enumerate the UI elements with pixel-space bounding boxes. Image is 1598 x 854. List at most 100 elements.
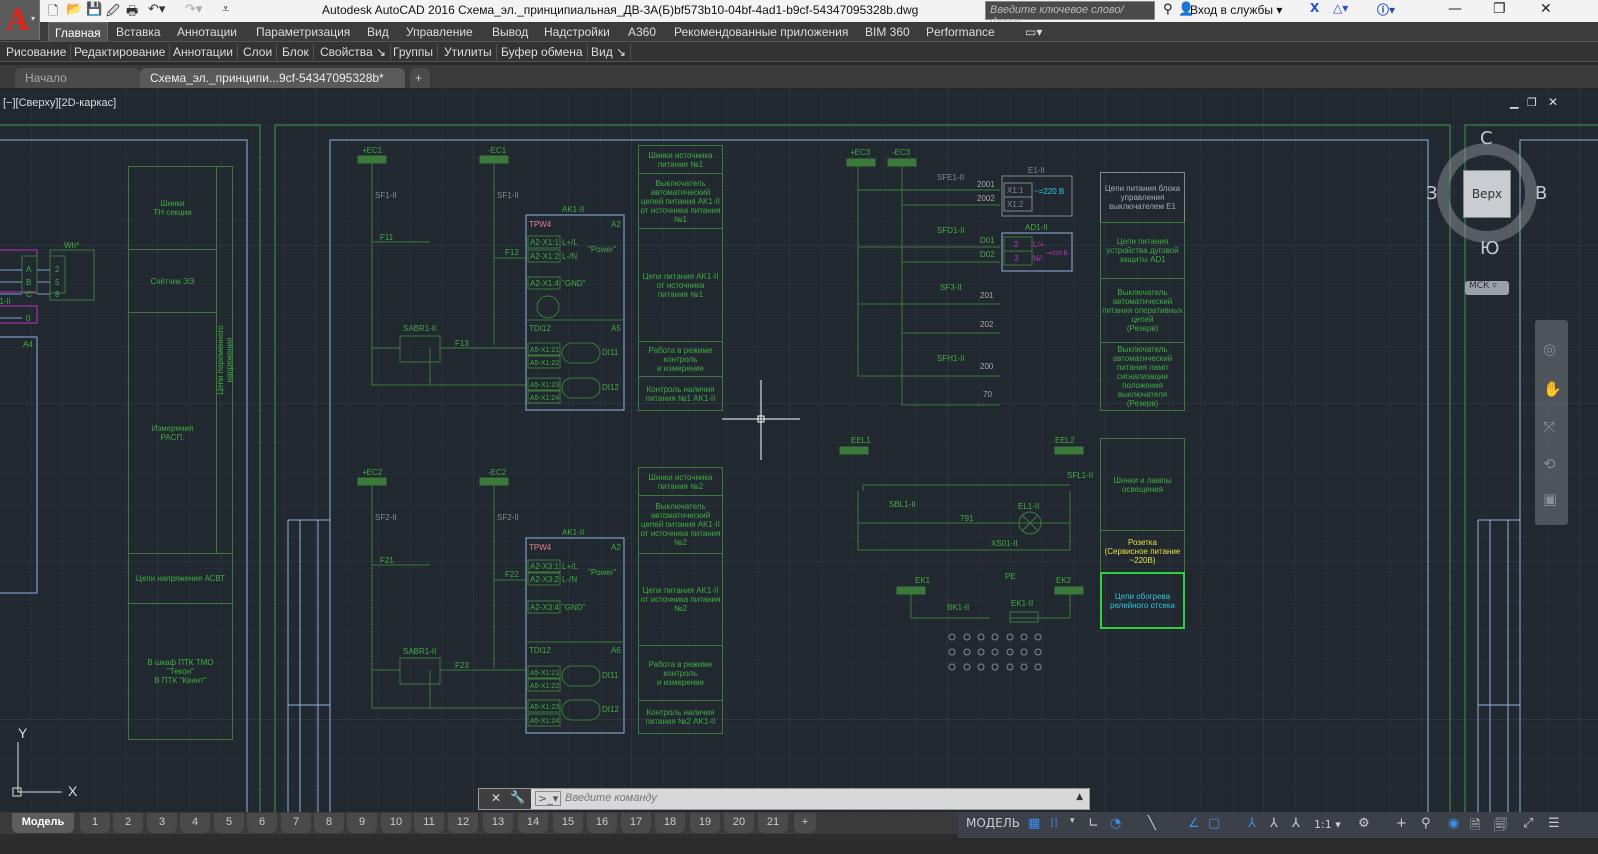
- zoom-extents-icon[interactable]: ⤧: [1543, 418, 1555, 436]
- restore-button[interactable]: ❐: [1493, 1, 1506, 17]
- annotation-scale-button[interactable]: 1:1 ▾: [1314, 818, 1341, 831]
- customization-menu-icon[interactable]: ☰: [1548, 816, 1560, 831]
- new-tab-button[interactable]: +: [410, 68, 430, 89]
- tab-annotate[interactable]: Аннотации: [177, 25, 237, 39]
- tab-output[interactable]: Вывод: [492, 25, 528, 39]
- tab-a360[interactable]: A360: [628, 25, 656, 39]
- panel-view[interactable]: Вид ↘: [587, 44, 632, 60]
- viewcube-top-face[interactable]: Верх: [1463, 170, 1511, 218]
- tab-featured-apps[interactable]: Рекомендованные приложения: [674, 25, 848, 39]
- object-snap-tracking-icon[interactable]: ∠: [1188, 816, 1200, 831]
- layout-tab[interactable]: 4: [180, 813, 210, 833]
- open-file-icon[interactable]: 📂: [66, 2, 82, 17]
- tab-home[interactable]: Главная: [48, 22, 108, 42]
- binoculars-icon[interactable]: ⚲: [1163, 2, 1173, 17]
- panel-block[interactable]: Блок: [278, 44, 314, 60]
- object-snap-icon[interactable]: ▢: [1208, 816, 1220, 831]
- auto-scale-icon[interactable]: ⅄: [1270, 816, 1278, 831]
- autodesk-360-icon[interactable]: △▾: [1333, 1, 1348, 15]
- command-input[interactable]: Введите команду: [565, 792, 657, 804]
- drawing-canvas[interactable]: Wh* A B C 2 5 8 0 A4 X1-II +EC1 -EC1 SF1…: [0, 88, 1598, 812]
- layout-tab[interactable]: 16: [587, 813, 617, 833]
- isodraft-icon[interactable]: ╲: [1148, 816, 1156, 831]
- hardware-acceleration-icon[interactable]: 🗎: [1470, 816, 1480, 838]
- panel-properties[interactable]: Свойства ↘: [316, 44, 392, 60]
- viewport-close-icon[interactable]: ✕: [1548, 95, 1558, 109]
- tab-parametric[interactable]: Параметризация: [256, 25, 350, 39]
- layout-tab[interactable]: 5: [214, 813, 244, 833]
- layout-tab[interactable]: 18: [655, 813, 685, 833]
- help-icon[interactable]: ⓘ▾: [1377, 1, 1395, 18]
- tab-addins[interactable]: Надстройки: [544, 25, 610, 39]
- save-as-icon[interactable]: 🖉: [106, 2, 120, 24]
- isolate-objects-icon[interactable]: ◉: [1448, 816, 1459, 831]
- panel-utilities[interactable]: Утилиты: [440, 44, 497, 60]
- layout-tab[interactable]: 3: [147, 813, 177, 833]
- command-prompt-icon[interactable]: >_▾: [535, 791, 562, 806]
- layout-tab[interactable]: 13: [483, 813, 513, 833]
- ortho-icon[interactable]: ∟: [1088, 816, 1099, 831]
- viewcube-east[interactable]: В: [1535, 183, 1547, 204]
- tab-performance[interactable]: Performance: [926, 25, 995, 39]
- panel-groups[interactable]: Группы: [389, 44, 438, 60]
- viewcube-north[interactable]: С: [1480, 128, 1493, 149]
- snap-menu-icon[interactable]: ▾: [1070, 816, 1075, 826]
- orbit-icon[interactable]: ⟲: [1543, 455, 1556, 473]
- polar-tracking-icon[interactable]: ◔: [1110, 816, 1121, 831]
- tab-view[interactable]: Вид: [367, 25, 389, 39]
- customize-toolbar-icon[interactable]: ⩡: [222, 2, 229, 17]
- annotation-visibility-icon[interactable]: ⅄: [1248, 816, 1256, 831]
- layout-tab[interactable]: 6: [247, 813, 277, 833]
- clean-screen-icon[interactable]: ⤢: [1523, 816, 1533, 831]
- panel-layers[interactable]: Слои: [239, 44, 278, 60]
- close-command-line-icon[interactable]: ✕: [491, 791, 501, 805]
- workspace-gear-icon[interactable]: ⚙: [1358, 816, 1370, 831]
- new-file-icon[interactable]: 🗋: [48, 2, 58, 24]
- redo-icon[interactable]: ↷▾: [185, 2, 202, 17]
- pan-hand-icon[interactable]: ✋: [1543, 380, 1562, 398]
- minimize-button[interactable]: —: [1448, 1, 1462, 17]
- layout-tab[interactable]: 8: [314, 813, 344, 833]
- panel-modify[interactable]: Редактирование: [70, 44, 171, 60]
- sign-in-button[interactable]: Вход в службы ▾: [1190, 3, 1282, 17]
- layout-tab[interactable]: 9: [347, 813, 377, 833]
- layout-tab[interactable]: 15: [553, 813, 583, 833]
- tab-bim360[interactable]: BIM 360: [865, 25, 910, 39]
- layout-tab[interactable]: 11: [414, 813, 444, 833]
- undo-icon[interactable]: ↶▾: [148, 2, 165, 17]
- panel-annotation[interactable]: Аннотации: [169, 44, 238, 60]
- snap-icon[interactable]: ⁞⁞: [1050, 816, 1058, 831]
- viewport-minimize-icon[interactable]: ▁: [1510, 96, 1518, 109]
- viewport-restore-icon[interactable]: ❐: [1527, 96, 1537, 109]
- tab-start[interactable]: Начало: [15, 68, 140, 89]
- notification-icon[interactable]: 🗐: [1494, 816, 1507, 838]
- command-history-icon[interactable]: ▲: [1076, 792, 1083, 802]
- steering-wheel-icon[interactable]: ◎: [1543, 340, 1556, 358]
- tab-manage[interactable]: Управление: [406, 25, 473, 39]
- layout-tab[interactable]: 12: [448, 813, 478, 833]
- layout-tab[interactable]: 19: [690, 813, 720, 833]
- annotation-monitor-icon[interactable]: +: [1396, 816, 1407, 831]
- layout-tab[interactable]: 2: [113, 813, 143, 833]
- exchange-icon[interactable]: X: [1310, 1, 1319, 15]
- layout-tab[interactable]: 21: [758, 813, 788, 833]
- layout-tab[interactable]: 14: [518, 813, 548, 833]
- ucs-menu-button[interactable]: МСК ▿: [1465, 281, 1509, 295]
- model-space-button[interactable]: МОДЕЛЬ: [966, 816, 1020, 830]
- showmotion-icon[interactable]: ▣: [1543, 490, 1557, 508]
- customize-wrench-icon[interactable]: 🔧: [510, 790, 525, 804]
- viewport-controls[interactable]: [−][Сверху][2D-каркас]: [3, 97, 116, 109]
- search-input[interactable]: Введите ключевое слово/фразу: [985, 1, 1155, 28]
- print-icon[interactable]: 🖶: [126, 2, 138, 24]
- panel-draw[interactable]: Рисование: [2, 44, 72, 60]
- viewcube-south[interactable]: Ю: [1480, 238, 1499, 259]
- tab-insert[interactable]: Вставка: [116, 25, 161, 39]
- layout-tab[interactable]: 10: [381, 813, 411, 833]
- application-menu-button[interactable]: A ▾: [0, 0, 40, 40]
- save-icon[interactable]: 💾: [86, 2, 102, 17]
- viewcube-west[interactable]: З: [1426, 183, 1438, 204]
- layout-tab[interactable]: 7: [281, 813, 311, 833]
- layout-tab[interactable]: 1: [80, 813, 110, 833]
- layout-tab[interactable]: 20: [724, 813, 754, 833]
- add-layout-button[interactable]: +: [794, 813, 816, 833]
